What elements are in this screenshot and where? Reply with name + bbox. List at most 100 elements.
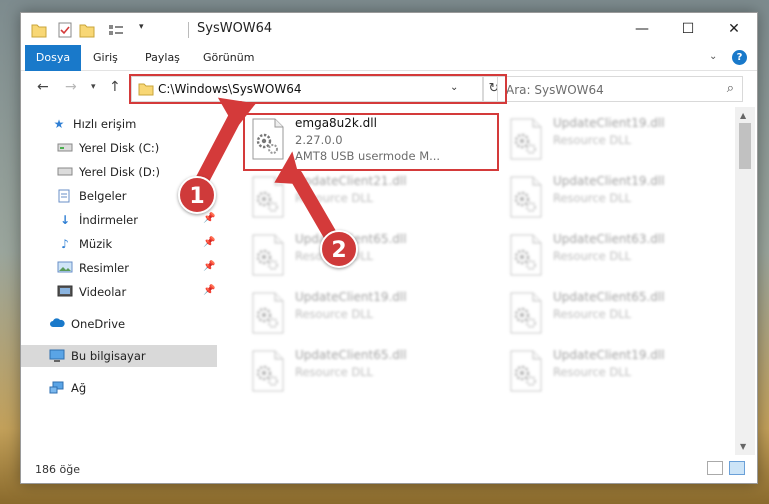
pin-icon[interactable]: 📌 xyxy=(203,237,215,248)
sidebar-item-network[interactable]: Ağ xyxy=(21,377,217,399)
sidebar-item-quick-access[interactable]: ★ Hızlı erişim xyxy=(21,113,217,135)
back-button[interactable]: ← xyxy=(37,79,49,95)
address-path[interactable]: C:\Windows\SysWOW64 xyxy=(158,82,302,96)
file-version: Resource DLL xyxy=(553,365,632,379)
customize-toolbar-icon[interactable] xyxy=(107,21,125,39)
sidebar-item-label: Yerel Disk (D:) xyxy=(79,165,161,179)
file-item[interactable]: UpdateClient19.dll Resource DLL xyxy=(503,171,735,223)
sidebar-item-music[interactable]: ♪ Müzik 📌 xyxy=(21,233,217,255)
file-item-emga8u2k[interactable]: emga8u2k.dll 2.27.0.0 AMT8 USB usermode M.… xyxy=(245,113,481,165)
sidebar-item-pictures[interactable]: Resimler 📌 xyxy=(21,257,217,279)
pin-icon[interactable]: 📌 xyxy=(203,285,215,296)
forward-button[interactable]: → xyxy=(65,79,77,95)
scroll-up-icon[interactable]: ▲ xyxy=(740,111,746,120)
computer-icon xyxy=(49,349,65,362)
sidebar-item-local-disk-c[interactable]: Yerel Disk (C:) xyxy=(21,137,217,159)
new-folder-icon[interactable] xyxy=(79,21,97,39)
recent-locations-icon[interactable]: ▾ xyxy=(91,82,96,92)
file-item[interactable]: UpdateClient65.dllResource DLL xyxy=(245,229,481,281)
tab-home[interactable]: Giriş xyxy=(93,45,118,71)
minimize-button[interactable]: — xyxy=(619,13,665,45)
explorer-window: ▾ SysWOW64 — ☐ ✕ Dosya Giriş Paylaş Görü… xyxy=(20,12,758,484)
file-name: UpdateClient65.dll xyxy=(295,348,407,362)
file-item[interactable]: UpdateClient65.dllResource DLL xyxy=(245,345,481,397)
dll-file-icon xyxy=(510,292,542,334)
tiles-view-button[interactable] xyxy=(729,461,745,475)
close-button[interactable]: ✕ xyxy=(711,13,757,45)
file-item[interactable]: UpdateClient19.dll Resource DLL xyxy=(245,287,481,339)
sidebar-item-videos[interactable]: Videolar 📌 xyxy=(21,281,217,303)
tab-view[interactable]: Görünüm xyxy=(203,45,254,71)
file-version: Resource DLL xyxy=(295,307,374,321)
address-bar[interactable]: C:\Windows\SysWOW64 ⌄ xyxy=(131,76,483,102)
sidebar-item-onedrive[interactable]: OneDrive xyxy=(21,313,217,335)
dll-file-icon xyxy=(252,118,284,160)
item-count: 186 öğe xyxy=(35,463,80,476)
tab-share[interactable]: Paylaş xyxy=(145,45,180,71)
title-bar: ▾ SysWOW64 — ☐ ✕ xyxy=(21,13,757,45)
file-item[interactable]: UpdateClient19.dll Resource DLL xyxy=(503,113,735,165)
title-separator xyxy=(188,22,189,38)
file-name: UpdateClient63.dll xyxy=(553,232,665,246)
file-item[interactable]: UpdateClient63.dll Resource DLL xyxy=(503,229,735,281)
address-row: ← → ▾ ↑ C:\Windows\SysWOW64 ⌄ ↻ Ara: Sys… xyxy=(21,71,757,107)
file-version: 2.27.0.0 xyxy=(295,133,343,147)
search-icon[interactable]: ⌕ xyxy=(727,81,734,96)
dll-file-icon xyxy=(252,234,284,276)
star-icon: ★ xyxy=(53,117,65,131)
pictures-icon xyxy=(57,261,73,273)
file-version: Resource DLL xyxy=(553,249,632,263)
sidebar-item-label: Resimler xyxy=(79,261,129,275)
up-button[interactable]: ↑ xyxy=(109,79,121,95)
ribbon-tabs: Dosya Giriş Paylaş Görünüm ⌄ ? xyxy=(21,45,757,71)
dll-file-icon xyxy=(510,118,542,160)
file-version: Resource DLL xyxy=(553,191,632,205)
download-icon: ↓ xyxy=(59,213,71,227)
folder-icon xyxy=(138,83,154,96)
maximize-button[interactable]: ☐ xyxy=(665,13,711,45)
file-item[interactable]: UpdateClient19.dll Resource DLL xyxy=(503,345,735,397)
file-item[interactable]: UpdateClient21.dll Resource DLL xyxy=(245,171,481,223)
file-name: UpdateClient21.dll xyxy=(295,174,407,188)
network-icon xyxy=(49,381,64,394)
file-list: emga8u2k.dll 2.27.0.0 AMT8 USB usermode M.… xyxy=(235,107,735,455)
sidebar-item-label: OneDrive xyxy=(71,317,126,331)
sidebar-item-this-pc[interactable]: Bu bilgisayar xyxy=(21,345,217,367)
tab-file[interactable]: Dosya xyxy=(25,45,81,71)
file-version: Resource DLL xyxy=(553,133,632,147)
pin-icon[interactable]: 📌 xyxy=(203,165,215,176)
file-version: Resource DLL xyxy=(553,307,632,321)
file-name: UpdateClient19.dll xyxy=(295,290,407,304)
scroll-thumb[interactable] xyxy=(739,123,751,169)
file-name: UpdateClient19.dll xyxy=(553,174,665,188)
status-bar: 186 öğe xyxy=(21,455,757,483)
folder-icon[interactable] xyxy=(31,21,47,39)
expand-ribbon-icon[interactable]: ⌄ xyxy=(709,51,717,62)
properties-icon[interactable] xyxy=(57,21,73,39)
sidebar-item-label: Yerel Disk (C:) xyxy=(79,141,160,155)
dll-file-icon xyxy=(252,176,284,218)
details-view-button[interactable] xyxy=(707,461,723,475)
window-title: SysWOW64 xyxy=(197,21,273,36)
pin-icon[interactable]: 📌 xyxy=(203,261,215,272)
help-icon[interactable]: ? xyxy=(732,50,747,65)
scroll-down-icon[interactable]: ▼ xyxy=(740,442,746,451)
pin-icon[interactable]: 📌 xyxy=(203,213,215,224)
quick-access-dropdown-icon[interactable]: ▾ xyxy=(139,22,144,40)
step-badge-2: 2 xyxy=(320,230,358,268)
file-item[interactable]: UpdateClient65.dll Resource DLL xyxy=(503,287,735,339)
music-icon: ♪ xyxy=(61,237,69,251)
sidebar-item-label: İndirmeler xyxy=(79,213,138,227)
file-name: UpdateClient65.dll xyxy=(553,290,665,304)
dll-file-icon xyxy=(252,292,284,334)
sidebar-item-label: Belgeler xyxy=(79,189,127,203)
search-input[interactable]: Ara: SysWOW64 ⌕ xyxy=(497,76,743,102)
vertical-scrollbar[interactable]: ▲ ▼ xyxy=(735,107,755,455)
dll-file-icon xyxy=(510,234,542,276)
sidebar-item-downloads[interactable]: ↓ İndirmeler 📌 xyxy=(21,209,217,231)
file-name: emga8u2k.dll xyxy=(295,116,377,130)
dll-file-icon xyxy=(510,350,542,392)
address-dropdown-icon[interactable]: ⌄ xyxy=(450,82,458,93)
search-placeholder: Ara: SysWOW64 xyxy=(506,83,604,97)
sidebar-item-label: Hızlı erişim xyxy=(73,117,137,131)
